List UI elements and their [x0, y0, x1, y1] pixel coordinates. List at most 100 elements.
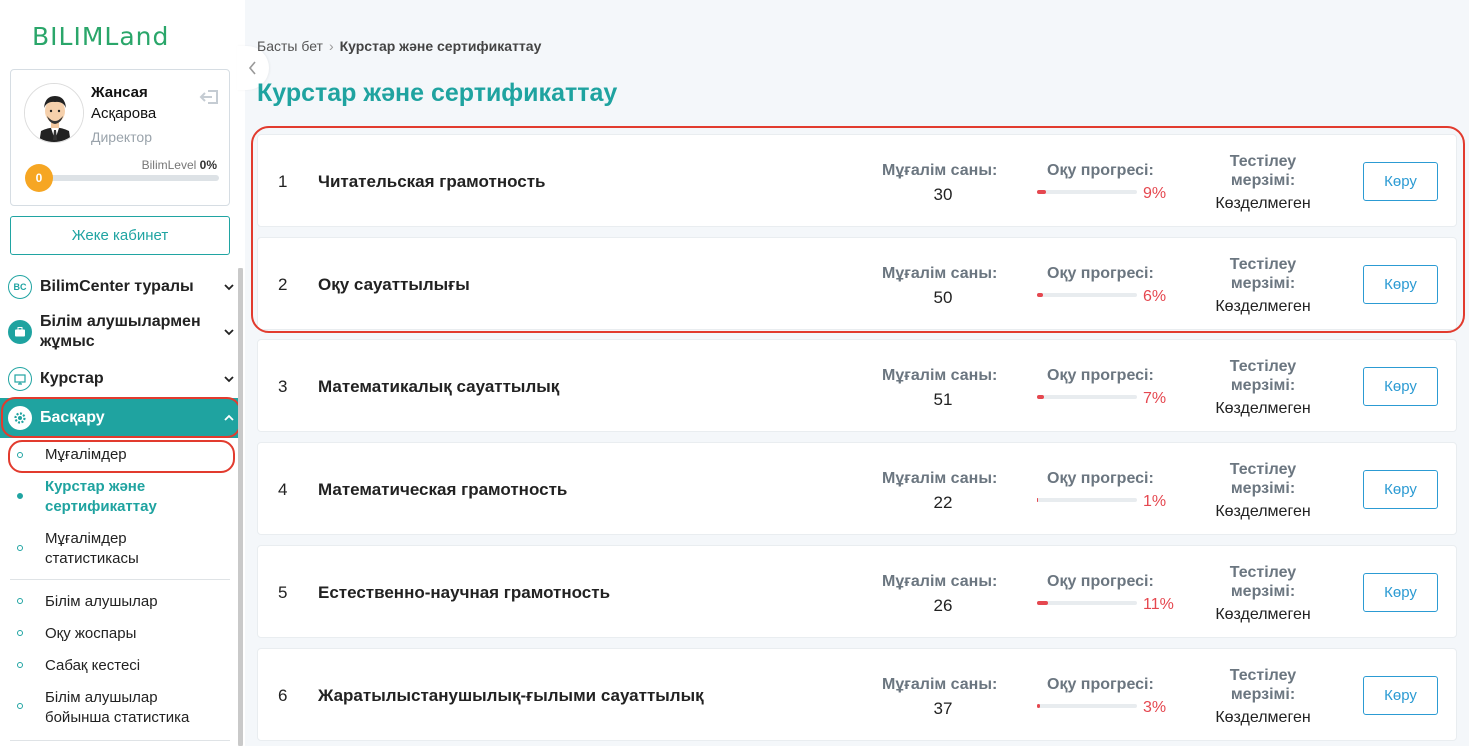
page-title: Курстар және сертификаттау — [257, 79, 618, 107]
personal-cabinet-button[interactable]: Жеке кабинет — [10, 216, 230, 255]
chevron-down-icon — [224, 376, 234, 383]
course-name: Естественно-научная грамотность — [318, 583, 611, 602]
test-deadline-value: Көзделмеген — [1215, 709, 1311, 726]
view-course-button[interactable]: Көру — [1363, 367, 1438, 406]
subnav-students[interactable]: Білім алушылар — [0, 592, 238, 612]
course-row: 6 Жаратылыстанушылық-ғылыми сауаттылық Мұғ… — [257, 648, 1457, 741]
subnav-teachers[interactable]: Мұғалімдер — [0, 445, 238, 465]
subnav-courses-cert-label: Курстар және сертификаттау — [45, 478, 157, 515]
nav-bilimcenter-label: BilimCenter туралы — [40, 278, 194, 295]
chevron-down-icon — [224, 329, 234, 336]
progress-value: 1% — [1143, 493, 1167, 510]
test-deadline-value: Көзделмеген — [1215, 606, 1311, 623]
subnav-student-stats-label: Білім алушылар бойынша статистика — [45, 689, 190, 726]
progress-bar-fill — [1037, 190, 1046, 194]
profile-last-name: Асқарова — [91, 105, 157, 122]
test-deadline-value: Көзделмеген — [1215, 400, 1311, 417]
progress-bar-fill — [1037, 601, 1048, 605]
subnav-courses-cert[interactable]: Курстар және сертификаттау — [0, 477, 238, 517]
logout-icon[interactable] — [199, 88, 221, 106]
test-deadline-value: Көзделмеген — [1215, 298, 1311, 315]
chevron-up-icon — [224, 414, 234, 421]
test-deadline-label: Тестілеу мерзімі: — [1229, 153, 1297, 189]
profile-card: Жансая Асқарова Директор BilimLevel 0% 0 — [10, 69, 230, 206]
bullet-icon — [17, 630, 23, 636]
test-deadline-value: Көзделмеген — [1215, 503, 1311, 520]
teachers-count-value: 51 — [933, 390, 953, 409]
bilimlevel-text: BilimLevel — [141, 158, 197, 172]
teachers-count-label: Мұғалім саны: — [882, 470, 998, 487]
nav-students-work[interactable]: Білім алушылармен жұмыс — [0, 312, 238, 352]
breadcrumb: Басты бет › Курстар және сертификаттау — [257, 38, 541, 54]
nav-management[interactable]: Басқару — [0, 398, 238, 438]
subnav-study-plans[interactable]: Оқу жоспары — [0, 624, 238, 644]
view-course-button[interactable]: Көру — [1363, 573, 1438, 612]
teachers-count-label: Мұғалім саны: — [882, 367, 998, 384]
bullet-icon — [17, 703, 23, 709]
teachers-count-label: Мұғалім саны: — [882, 162, 998, 179]
progress-label: Оқу прогресі: — [1047, 265, 1154, 282]
course-name: Жаратылыстанушылық-ғылыми сауаттылық — [318, 686, 704, 705]
teachers-count-label: Мұғалім саны: — [882, 676, 998, 693]
divider — [10, 740, 230, 741]
progress-label: Оқу прогресі: — [1047, 573, 1154, 590]
progress-label: Оқу прогресі: — [1047, 162, 1154, 179]
bullet-icon — [17, 452, 23, 458]
chevron-down-icon — [224, 284, 234, 291]
view-course-button[interactable]: Көру — [1363, 265, 1438, 304]
teachers-count-label: Мұғалім саны: — [882, 265, 998, 282]
divider — [10, 579, 230, 580]
teachers-count-value: 37 — [933, 699, 953, 718]
subnav-teacher-stats[interactable]: Мұғалімдер статистикасы — [0, 529, 238, 569]
nav-bilimcenter[interactable]: BC BilimCenter туралы — [0, 275, 238, 299]
progress-value: 7% — [1143, 390, 1167, 407]
bilimlevel-bar — [41, 175, 219, 181]
nav-courses-label: Курстар — [40, 370, 104, 387]
profile-role: Директор — [91, 129, 152, 145]
bilimland-logo[interactable]: BILIMLand — [32, 22, 169, 51]
course-name: Математическая грамотность — [318, 480, 568, 499]
view-course-button[interactable]: Көру — [1363, 676, 1438, 715]
progress-value: 11% — [1143, 596, 1174, 613]
progress-bar — [1037, 498, 1137, 502]
nav-management-label: Басқару — [40, 409, 105, 426]
progress-bar-fill — [1037, 395, 1044, 399]
course-row: 5 Естественно-научная грамотность Мұғалім … — [257, 545, 1457, 638]
breadcrumb-home[interactable]: Басты бет — [257, 38, 323, 54]
teachers-count-value: 50 — [933, 288, 953, 307]
course-name: Читательская грамотность — [318, 172, 546, 191]
nav-courses[interactable]: Курстар — [0, 367, 238, 391]
bilimlevel-percent: 0% — [199, 158, 217, 172]
bilimcenter-icon: BC — [8, 275, 32, 299]
subnav-schedule-label: Сабақ кестесі — [45, 657, 141, 674]
course-number: 1 — [278, 172, 288, 191]
test-deadline-label: Тестілеу мерзімі: — [1229, 667, 1297, 703]
course-name: Оқу сауаттылығы — [318, 275, 470, 294]
sidebar-scrollbar[interactable] — [238, 268, 243, 746]
briefcase-icon — [8, 320, 32, 344]
progress-bar-fill — [1037, 498, 1038, 502]
view-course-button[interactable]: Көру — [1363, 162, 1438, 201]
breadcrumb-separator-icon: › — [328, 38, 334, 54]
course-number: 6 — [278, 686, 288, 705]
progress-bar — [1037, 601, 1137, 605]
progress-value: 6% — [1143, 288, 1167, 305]
teachers-count-label: Мұғалім саны: — [882, 573, 998, 590]
subnav-student-stats[interactable]: Білім алушылар бойынша статистика — [0, 688, 238, 728]
chevron-left-icon — [248, 61, 256, 75]
view-course-button[interactable]: Көру — [1363, 470, 1438, 509]
course-number: 4 — [278, 480, 288, 499]
test-deadline-label: Тестілеу мерзімі: — [1229, 564, 1297, 600]
course-row: 4 Математическая грамотность Мұғалім саны:… — [257, 442, 1457, 535]
avatar — [24, 83, 84, 143]
subnav-teacher-stats-label: Мұғалімдер статистикасы — [45, 530, 139, 567]
test-deadline-label: Тестілеу мерзімі: — [1229, 358, 1297, 394]
teachers-count-value: 30 — [933, 185, 953, 204]
course-name: Математикалық сауаттылық — [318, 377, 560, 396]
bullet-icon — [17, 493, 23, 499]
progress-bar — [1037, 293, 1137, 297]
course-number: 5 — [278, 583, 288, 602]
level-badge: 0 — [25, 164, 53, 192]
sidebar: BILIMLand Жансая Асқарова Директор Bilim… — [0, 0, 245, 746]
subnav-schedule[interactable]: Сабақ кестесі — [0, 656, 238, 676]
